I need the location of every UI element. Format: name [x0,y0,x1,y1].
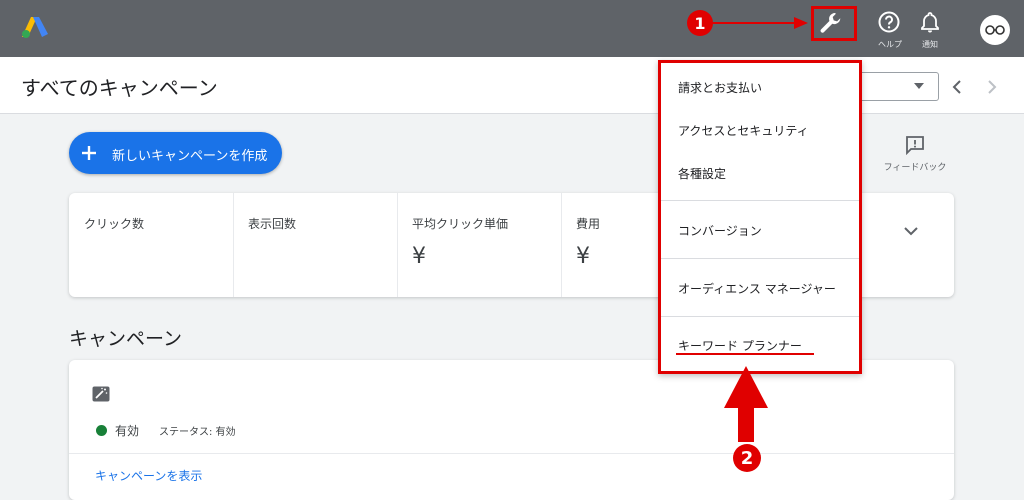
help-label: ヘルプ [878,40,902,49]
metric-label: クリック数 [84,217,145,231]
menu-divider [661,258,859,259]
menu-divider [661,316,859,317]
menu-item-keyword-planner[interactable]: キーワード プランナー [678,337,802,354]
menu-item-conversions[interactable]: コンバージョン [678,222,762,239]
step-1-badge: 1 [687,10,713,36]
feedback-icon[interactable] [905,135,925,155]
date-range-select[interactable] [854,72,939,101]
view-campaigns-link[interactable]: キャンペーンを表示 [95,467,202,484]
plus-icon [82,146,96,160]
wrench-icon[interactable] [818,11,844,35]
step-2-badge: 2 [733,444,761,472]
page-title: すべてのキャンペーン [21,76,218,100]
metric-value: ¥ [576,244,590,269]
metric-impressions[interactable] [234,193,398,297]
menu-item-access-security[interactable]: アクセスとセキュリティ [678,122,809,139]
chevron-left-icon[interactable] [950,78,964,96]
menu-item-billing[interactable]: 請求とお支払い [678,79,762,96]
top-app-bar [0,0,1024,57]
status-active-dot [96,425,107,436]
campaigns-section-title: キャンペーン [69,328,183,350]
avatar-image-icon [985,25,1005,35]
menu-divider [661,200,859,201]
magic-wand-icon [92,386,110,402]
caret-down-icon [914,83,924,89]
metric-value: ¥ [412,244,426,269]
help-icon[interactable] [878,11,900,33]
metric-clicks[interactable] [69,193,234,297]
menu-item-audience-manager[interactable]: オーディエンス マネージャー [678,280,836,297]
metric-label: 平均クリック単価 [412,217,509,231]
notifications-label: 通知 [922,40,938,49]
chevron-right-icon[interactable] [985,78,999,96]
metric-label: 表示回数 [248,217,297,231]
metric-label: 費用 [576,217,601,231]
chevron-down-icon[interactable] [902,224,920,238]
tools-dropdown-menu [658,60,862,374]
feedback-label[interactable]: フィードバック [872,160,958,173]
campaign-status-detail: ステータス: 有効 [159,427,236,438]
menu-item-settings[interactable]: 各種設定 [678,165,726,182]
new-campaign-button-label: 新しいキャンペーンを作成 [112,149,268,164]
avatar[interactable] [980,15,1010,45]
card-divider [69,453,954,454]
google-ads-logo-icon[interactable] [22,16,48,38]
bell-icon[interactable] [920,11,940,33]
campaign-status-text: 有効 [115,424,140,438]
keyword-planner-underline [676,353,814,355]
